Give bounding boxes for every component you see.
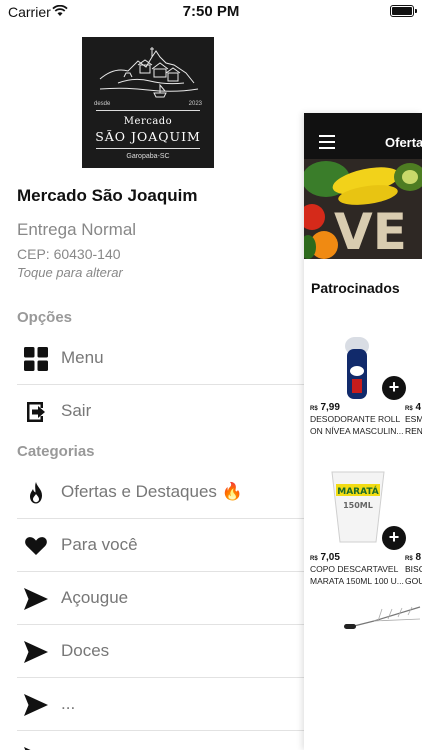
cep-label[interactable]: CEP: 60430-140 — [17, 246, 121, 262]
battery-icon — [390, 5, 417, 17]
product-price: R$ 7,05 — [310, 552, 340, 563]
store-logo: desde 2023 Mercado SÃO JOAQUIM Garopaba-… — [82, 37, 214, 168]
category-label: Açougue — [61, 588, 129, 607]
category-label: Ofertas e Destaques 🔥 — [61, 482, 243, 501]
logo-city: Garopaba-SC — [126, 153, 170, 160]
delivery-mode[interactable]: Entrega Normal — [17, 220, 136, 240]
send-icon — [24, 747, 31, 750]
product-description-line2: GOU — [405, 576, 422, 586]
main-content-panel[interactable]: Ofertas VE Patrocinados + R$ 7,99 DESODO… — [304, 113, 422, 750]
logo-divider — [96, 148, 200, 149]
product-description-line2: ON NÍVEA MASCULIN... — [310, 426, 404, 436]
category-for-you[interactable]: Para você — [17, 519, 304, 572]
category-label: ... — [61, 694, 76, 713]
category-offers[interactable]: Ofertas e Destaques 🔥 — [17, 466, 304, 519]
product-card-partial[interactable]: R$ 8 BISC GOU — [405, 552, 422, 587]
product-description-line1: DESODORANTE ROLL — [310, 414, 401, 424]
logo-divider — [96, 110, 200, 111]
category-label: Para você — [61, 535, 138, 554]
product-card[interactable]: R$ 7,05 COPO DESCARTAVEL MARATA 150ML 10… — [310, 552, 406, 587]
fire-icon — [30, 482, 42, 504]
category-label: Doces — [61, 641, 110, 660]
deodorant-product-image[interactable] — [342, 335, 372, 401]
option-label: Menu — [61, 348, 104, 367]
option-logout[interactable]: Sair — [17, 385, 304, 438]
change-address-hint[interactable]: Toque para alterar — [17, 265, 123, 280]
status-bar: Carrier 7:50 PM — [0, 0, 422, 24]
send-icon — [24, 588, 48, 610]
category-butcher[interactable]: Açougue — [17, 572, 304, 625]
logo-year: 2023 — [188, 101, 202, 107]
svg-text:MARATÁ: MARATÁ — [337, 485, 379, 497]
product-card-partial[interactable]: R$ 4 ESM REN — [405, 402, 422, 437]
product-price: R$ 4 — [405, 402, 422, 413]
navigation-bar: Ofertas — [304, 113, 422, 159]
option-menu[interactable]: Menu — [17, 332, 304, 385]
exit-icon — [27, 402, 45, 422]
category-sweets[interactable]: Doces — [17, 625, 304, 678]
add-to-cart-button[interactable]: + — [382, 376, 406, 400]
logo-since: desde — [94, 101, 111, 107]
product-card[interactable]: R$ 7,99 DESODORANTE ROLL ON NÍVEA MASCUL… — [310, 402, 406, 437]
svg-text:150ML: 150ML — [343, 501, 373, 510]
hamburger-menu-icon[interactable] — [319, 135, 335, 153]
grid-icon — [24, 347, 48, 371]
shopping-cart-product-image[interactable] — [344, 605, 422, 635]
category-more[interactable]: ... — [17, 678, 304, 731]
product-description-line1: ESM — [405, 414, 422, 424]
logo-name-line2: SÃO JOAQUIM — [95, 129, 201, 144]
status-time: 7:50 PM — [182, 3, 240, 20]
product-price: R$ 7,99 — [310, 402, 340, 413]
product-description-line2: REN — [405, 426, 422, 436]
option-label: Sair — [61, 401, 92, 420]
vegetables-banner-image: VE — [304, 159, 422, 259]
plastic-cup-product-image[interactable]: MARATÁ 150ML — [330, 470, 386, 544]
categories-section-title: Categorias — [17, 443, 95, 460]
store-name: Mercado São Joaquim — [17, 186, 198, 205]
product-price: R$ 8 — [405, 552, 422, 563]
heart-icon — [25, 537, 47, 555]
send-icon — [24, 694, 48, 716]
options-section-title: Opções — [17, 309, 73, 326]
add-to-cart-button[interactable]: + — [382, 526, 406, 550]
logo-name-line1: Mercado — [123, 116, 173, 127]
svg-text:VE: VE — [334, 203, 407, 259]
nav-title: Ofertas — [385, 135, 422, 150]
product-description-line1: COPO DESCARTAVEL — [310, 564, 399, 574]
village-illustration-icon — [99, 47, 199, 98]
category-next[interactable] — [17, 731, 304, 750]
product-description-line2: MARATA 150ML 100 U... — [310, 576, 404, 586]
offers-banner[interactable]: VE — [304, 159, 422, 259]
sponsored-section-title: Patrocinados — [311, 280, 400, 296]
product-description-line1: BISC — [405, 564, 422, 574]
send-icon — [24, 641, 48, 663]
